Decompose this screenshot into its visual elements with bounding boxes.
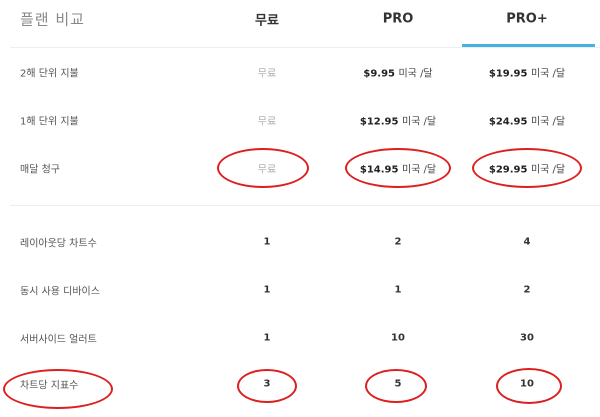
row-label-biennial: 2해 단위 지불: [20, 68, 79, 80]
page-title: 플랜 비교: [20, 10, 85, 29]
concurrent-devices-proplus: 2: [523, 284, 531, 296]
column-header-pro: PRO: [382, 11, 414, 27]
concurrent-devices-free: 1: [263, 284, 271, 296]
annual-proplus-price: $24.95 미국 /달: [488, 116, 566, 128]
highlight-circle: [3, 369, 113, 409]
charts-per-layout-free: 1: [263, 236, 271, 248]
highlight-circle: [365, 369, 427, 403]
charts-per-layout-proplus: 4: [523, 236, 531, 248]
highlight-circle: [217, 148, 309, 188]
row-label-concurrent-devices: 동시 사용 디바이스: [20, 286, 100, 298]
biennial-proplus-price: $19.95 미국 /달: [488, 68, 566, 80]
server-alerts-pro: 10: [391, 332, 405, 344]
server-alerts-free: 1: [263, 332, 271, 344]
highlight-circle: [345, 148, 451, 188]
annual-pro-price: $12.95 미국 /달: [359, 116, 437, 128]
highlight-circle: [472, 148, 582, 188]
row-label-server-alerts: 서버사이드 얼러트: [20, 334, 97, 346]
column-header-pro-plus: PRO+: [506, 11, 548, 27]
column-header-free: 무료: [255, 13, 279, 29]
row-label-monthly: 매달 청구: [20, 164, 60, 176]
biennial-pro-price: $9.95 미국 /달: [363, 68, 433, 80]
annual-free-price: 무료: [257, 116, 277, 128]
charts-per-layout-pro: 2: [394, 236, 402, 248]
row-label-charts-per-layout: 레이아웃당 차트수: [20, 238, 97, 250]
biennial-free-price: 무료: [257, 68, 277, 80]
highlight-circle: [496, 368, 562, 404]
header-divider: [10, 47, 600, 48]
section-divider: [10, 205, 600, 206]
concurrent-devices-pro: 1: [394, 284, 402, 296]
highlight-circle: [237, 369, 297, 403]
server-alerts-proplus: 30: [520, 332, 534, 344]
row-label-annual: 1해 단위 지불: [20, 116, 79, 128]
